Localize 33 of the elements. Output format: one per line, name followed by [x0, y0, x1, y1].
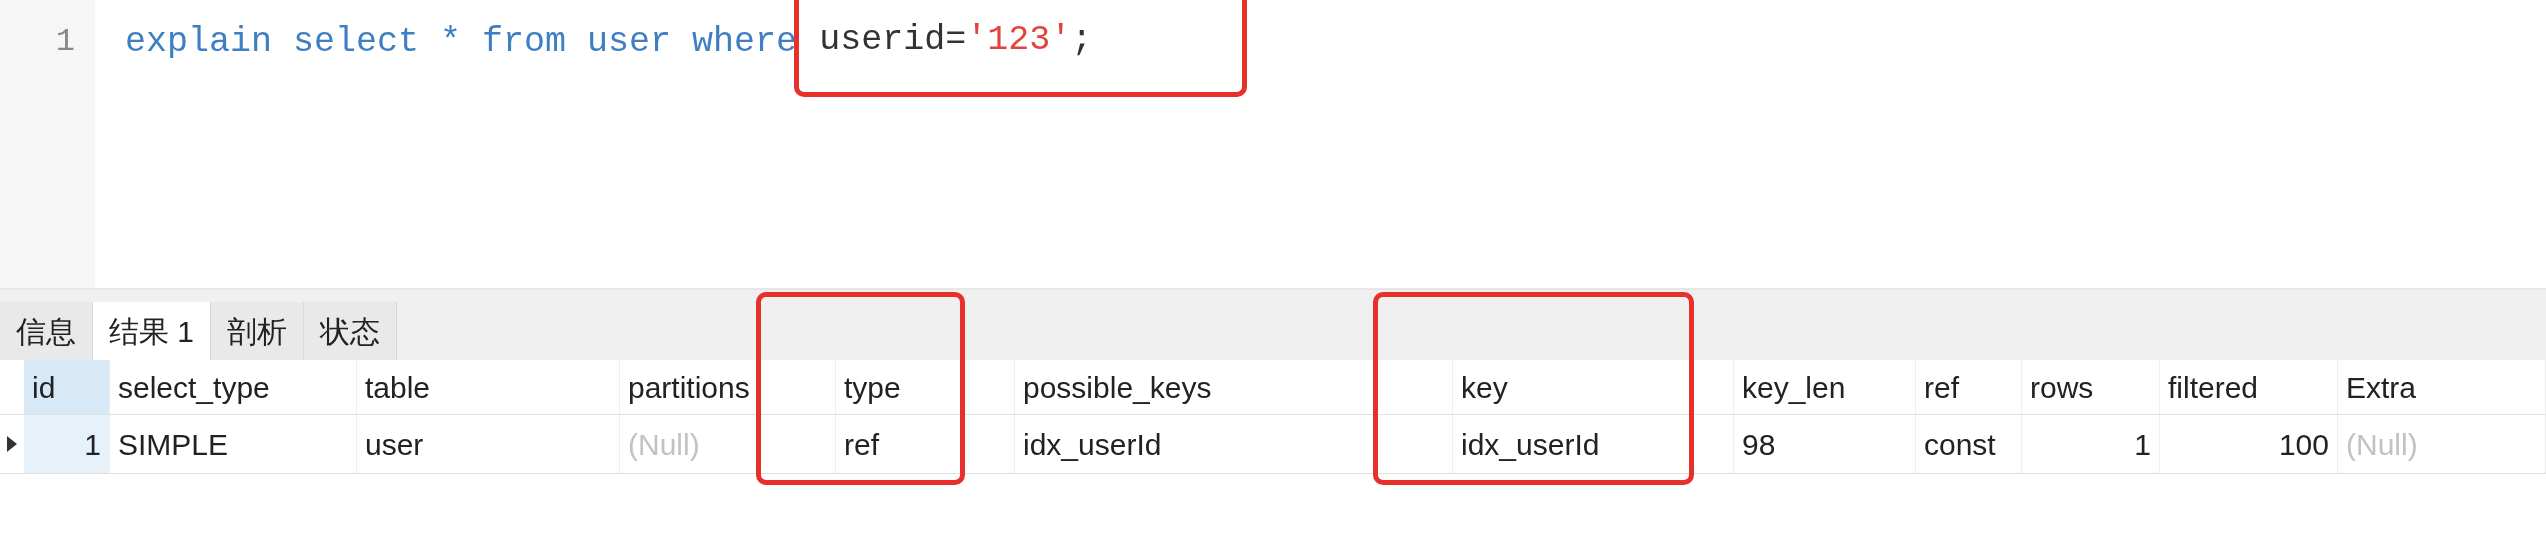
column-header[interactable]: table — [357, 360, 620, 414]
table-cell: (Null) — [2338, 415, 2546, 473]
column-header[interactable]: key — [1453, 360, 1734, 414]
code-text: userid= — [819, 20, 967, 60]
column-header[interactable]: id — [24, 360, 110, 414]
column-header[interactable]: partitions — [620, 360, 836, 414]
code-text: ; — [1071, 20, 1093, 60]
tab[interactable]: 剖析 — [211, 302, 305, 360]
column-header[interactable]: possible_keys — [1015, 360, 1453, 414]
table-cell: 1 — [2022, 415, 2160, 473]
tab[interactable]: 状态 — [304, 302, 398, 360]
table-cell: ref — [836, 415, 1015, 473]
tab[interactable]: 结果 1 — [93, 302, 212, 360]
column-header[interactable]: key_len — [1734, 360, 1916, 414]
table-cell: idx_userId — [1015, 415, 1453, 473]
table-cell: const — [1916, 415, 2022, 473]
code-text: explain select * from user where — [125, 21, 799, 64]
table-cell: user — [357, 415, 620, 473]
column-header[interactable]: select_type — [110, 360, 357, 414]
table-cell: SIMPLE — [110, 415, 357, 473]
column-header[interactable]: Extra — [2338, 360, 2546, 414]
table-cell: (Null) — [620, 415, 836, 473]
column-header[interactable]: rows — [2022, 360, 2160, 414]
table-cell: 98 — [1734, 415, 1916, 473]
column-header[interactable]: ref — [1916, 360, 2022, 414]
table-cell: 1 — [24, 415, 110, 473]
tab[interactable]: 信息 — [0, 302, 93, 360]
line-number: 1 — [55, 22, 75, 62]
column-header[interactable]: filtered — [2160, 360, 2338, 414]
column-header[interactable]: type — [836, 360, 1015, 414]
table-cell: 100 — [2160, 415, 2338, 473]
table-cell: idx_userId — [1453, 415, 1734, 473]
code-text: '123' — [966, 20, 1072, 60]
